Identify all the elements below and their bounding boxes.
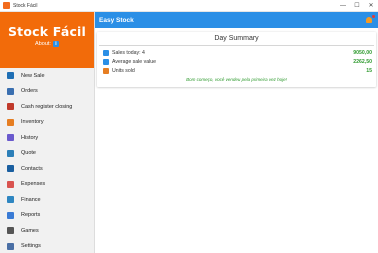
bell-shape: [366, 17, 372, 23]
cart-icon: [7, 72, 14, 80]
maximize-button[interactable]: ☐: [350, 0, 364, 12]
sidebar-item-label: Cash register closing: [21, 103, 73, 110]
sidebar-item-label: Orders: [21, 88, 38, 95]
window-title: Stock Fácil: [13, 2, 38, 9]
sales-icon: [103, 49, 109, 56]
sidebar-item-label: Finance: [21, 196, 41, 203]
summary-label: Sales today: 4: [112, 49, 145, 56]
brand-name: Stock Fácil: [7, 24, 87, 39]
cash-register-icon: [7, 103, 14, 111]
sidebar-item-label: Settings: [21, 243, 41, 250]
about-row: About: i: [35, 41, 59, 47]
bell-icon[interactable]: [366, 15, 375, 24]
sidebar-item-label: Quote: [21, 150, 36, 157]
title-bar: Stock Fácil — ☐ ✕: [0, 0, 378, 12]
sidebar-item-games[interactable]: Games: [0, 223, 94, 239]
sidebar-item-label: Reports: [21, 212, 41, 219]
sidebar-item-orders[interactable]: Orders: [0, 84, 94, 100]
orders-icon: [7, 87, 14, 95]
gamepad-icon: [7, 227, 14, 235]
close-button[interactable]: ✕: [364, 0, 378, 12]
gear-icon: [7, 242, 14, 250]
sidebar-item-label: New Sale: [21, 72, 45, 79]
brand-panel: Stock Fácil About: i: [0, 12, 94, 68]
sidebar-item-label: Inventory: [21, 119, 44, 126]
divider: [99, 45, 374, 46]
app-header: Easy Stock: [95, 12, 378, 28]
day-summary-card: Day Summary Sales today: 4 9050,00 Avera…: [97, 32, 376, 87]
sidebar-item-inventory[interactable]: Inventory: [0, 115, 94, 131]
summary-value: 9050,00: [353, 49, 372, 56]
contacts-icon: [7, 165, 14, 173]
sidebar-item-label: Expenses: [21, 181, 46, 188]
expenses-icon: [7, 180, 14, 188]
inventory-icon: [7, 118, 14, 126]
page-title: Easy Stock: [99, 16, 134, 24]
window-controls: — ☐ ✕: [336, 0, 378, 12]
sidebar-item-contacts[interactable]: Contacts: [0, 161, 94, 177]
sidebar-item-new-sale[interactable]: New Sale: [0, 68, 94, 84]
summary-message: Bom começo, você vendeu pela primeira ve…: [186, 77, 287, 82]
summary-label: Average sale value: [112, 58, 157, 65]
sidebar: Stock Fácil About: i New Sale Orders Cas…: [0, 12, 95, 253]
app-icon: [3, 2, 10, 9]
units-icon: [103, 67, 109, 74]
quote-icon: [7, 149, 14, 157]
reports-icon: [7, 211, 14, 219]
summary-value: 15: [366, 67, 372, 74]
sidebar-item-label: History: [21, 134, 39, 141]
summary-row-average-sale-value: Average sale value 2262,50: [97, 57, 376, 66]
hourglass-icon: [7, 134, 14, 142]
average-icon: [103, 58, 109, 65]
sidebar-item-settings[interactable]: Settings: [0, 239, 94, 253]
summary-row-units-sold: Units sold 15: [97, 66, 376, 75]
sidebar-item-reports[interactable]: Reports: [0, 208, 94, 224]
sidebar-item-cash-register-closing[interactable]: Cash register closing: [0, 99, 94, 115]
summary-row-sales-today: Sales today: 4 9050,00: [97, 48, 376, 57]
summary-label: Units sold: [112, 67, 135, 74]
day-summary-title: Day Summary: [214, 35, 259, 42]
summary-value: 2262,50: [353, 58, 372, 65]
finance-icon: [7, 196, 14, 204]
about-label: About:: [35, 41, 51, 47]
sidebar-item-finance[interactable]: Finance: [0, 192, 94, 208]
info-icon[interactable]: i: [52, 41, 59, 47]
sidebar-item-quote[interactable]: Quote: [0, 146, 94, 162]
minimize-button[interactable]: —: [336, 0, 350, 12]
sidebar-item-label: Games: [21, 227, 39, 234]
sidebar-menu: New Sale Orders Cash register closing In…: [0, 68, 94, 253]
sidebar-item-label: Contacts: [21, 165, 43, 172]
notification-badge: [372, 15, 375, 18]
sidebar-item-history[interactable]: History: [0, 130, 94, 146]
sidebar-item-expenses[interactable]: Expenses: [0, 177, 94, 193]
